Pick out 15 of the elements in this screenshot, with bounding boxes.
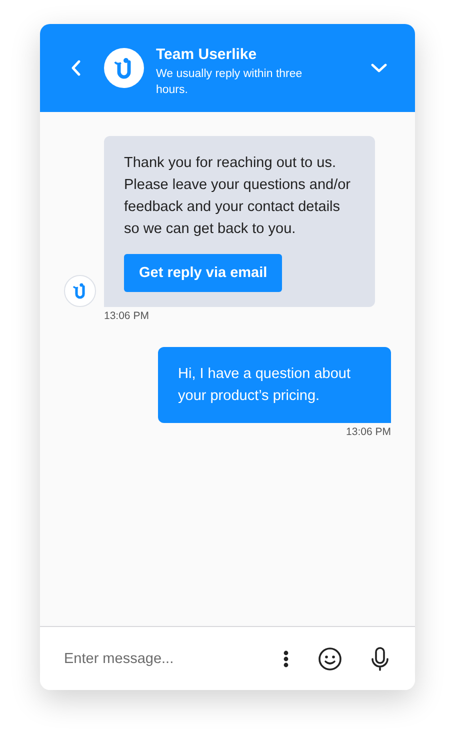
more-icon[interactable] — [283, 650, 289, 668]
message-time: 13:06 PM — [346, 426, 391, 438]
message-text: Hi, I have a question about your product’s pricing. — [178, 365, 352, 406]
team-name: Team Userlike — [156, 46, 258, 63]
message-input[interactable]: Enter message... — [64, 650, 263, 666]
emoji-icon[interactable] — [318, 646, 342, 670]
back-icon[interactable] — [71, 60, 81, 76]
agent-avatar-icon — [64, 275, 96, 307]
message-text: Thank you for reaching out to us. Please leave your questions and/or feedback and your contact details so we can get back to you. — [124, 154, 352, 239]
chevron-down-icon[interactable] — [371, 63, 387, 73]
logo-icon — [104, 48, 144, 88]
reply-time-note: We usually reply within three hours. — [156, 67, 304, 98]
email-reply-button[interactable]: Get reply via email — [124, 254, 282, 292]
message-time: 13:06 PM — [104, 310, 150, 322]
microphone-icon[interactable] — [371, 646, 389, 670]
